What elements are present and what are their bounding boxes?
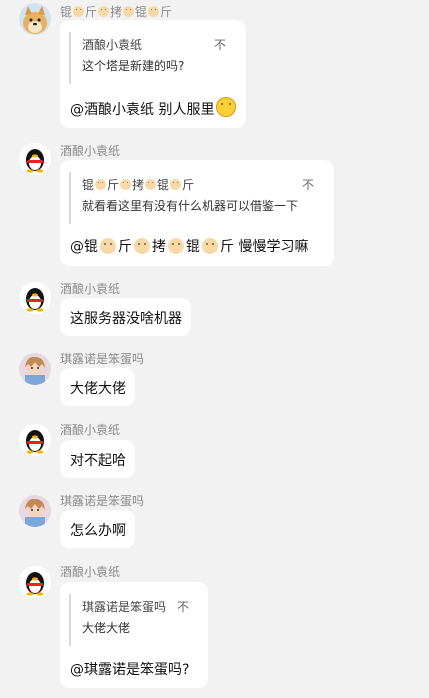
smile-emoji-icon xyxy=(134,238,150,254)
message-text: 这服务器没啥机器 xyxy=(70,311,182,327)
chat-view: { "messages": [ { "sender": "锟\u263a斤\u2… xyxy=(0,0,429,698)
reply-quote[interactable]: 锟斤拷锟斤 不 就看看这里有没有什么机器可以借鉴一下 xyxy=(69,172,322,224)
quote-close[interactable]: 不 xyxy=(302,176,314,193)
message-bubble[interactable]: 酒酿小袁纸 不 这个塔是新建的吗? @酒酿小袁纸 别人服里 xyxy=(60,20,246,128)
qq-penguin-avatar[interactable] xyxy=(19,424,51,456)
qq-penguin-avatar[interactable] xyxy=(19,143,51,175)
quote-sender: 酒酿小袁纸 xyxy=(82,38,143,52)
sender-name: 酒酿小袁纸 xyxy=(60,144,121,158)
sender-name: 琪露诺是笨蛋吗 xyxy=(60,494,145,508)
reply-quote[interactable]: 琪露诺是笨蛋吗 不 大佬大佬 xyxy=(69,594,197,646)
smile-emoji-icon xyxy=(202,238,218,254)
smile-emoji-icon xyxy=(95,179,107,190)
quote-text: 就看看这里有没有什么机器可以借鉴一下 xyxy=(82,199,299,213)
message-bubble[interactable]: 琪露诺是笨蛋吗 不 大佬大佬 @琪露诺是笨蛋吗? xyxy=(60,582,208,688)
quote-sender: 锟斤拷锟斤 xyxy=(82,178,195,192)
smile-emoji-icon xyxy=(148,6,160,17)
message-text: 对不起哈 xyxy=(70,453,126,469)
sender-name: 酒酿小袁纸 xyxy=(60,565,121,579)
message-bubble[interactable]: 这服务器没啥机器 xyxy=(60,298,191,336)
quote-text: 这个塔是新建的吗? xyxy=(82,59,185,73)
reply-quote[interactable]: 酒酿小袁纸 不 这个塔是新建的吗? xyxy=(69,32,234,84)
smile-emoji-icon xyxy=(120,179,132,190)
message-text: @锟斤拷锟斤 慢慢学习嘛 xyxy=(70,238,309,255)
sender-name: 锟斤拷锟斤 xyxy=(60,5,173,19)
qq-penguin-avatar[interactable] xyxy=(19,566,51,598)
grinning-emoji-icon xyxy=(216,97,237,117)
quote-text: 大佬大佬 xyxy=(82,621,131,635)
smile-emoji-icon xyxy=(98,6,110,17)
qq-penguin-avatar[interactable] xyxy=(19,282,51,314)
smile-emoji-icon xyxy=(73,6,85,17)
message-bubble[interactable]: 大佬大佬 xyxy=(60,368,135,406)
message-bubble[interactable]: 锟斤拷锟斤 不 就看看这里有没有什么机器可以借鉴一下 @锟斤拷锟斤 慢慢学习嘛 xyxy=(60,160,334,266)
message-bubble[interactable]: 对不起哈 xyxy=(60,440,135,478)
message-bubble[interactable]: 怎么办啊 xyxy=(60,510,135,548)
quote-close[interactable]: 不 xyxy=(214,36,226,53)
doge-avatar[interactable] xyxy=(19,3,51,35)
message-text: 怎么办啊 xyxy=(70,523,126,539)
quote-sender: 琪露诺是笨蛋吗 xyxy=(82,600,167,614)
smile-emoji-icon xyxy=(168,238,184,254)
message-text: @琪露诺是笨蛋吗? xyxy=(70,662,190,678)
smile-emoji-icon xyxy=(170,179,182,190)
sender-name: 酒酿小袁纸 xyxy=(60,282,121,296)
quote-close[interactable]: 不 xyxy=(177,598,189,615)
sender-name: 酒酿小袁纸 xyxy=(60,423,121,437)
sender-name: 琪露诺是笨蛋吗 xyxy=(60,352,145,366)
anime-avatar[interactable] xyxy=(19,495,51,527)
smile-emoji-icon xyxy=(145,179,157,190)
anime-avatar[interactable] xyxy=(19,353,51,385)
message-text: @酒酿小袁纸 别人服里 xyxy=(70,97,238,119)
smile-emoji-icon xyxy=(123,6,135,17)
message-text: 大佬大佬 xyxy=(70,381,126,397)
smile-emoji-icon xyxy=(100,238,116,254)
